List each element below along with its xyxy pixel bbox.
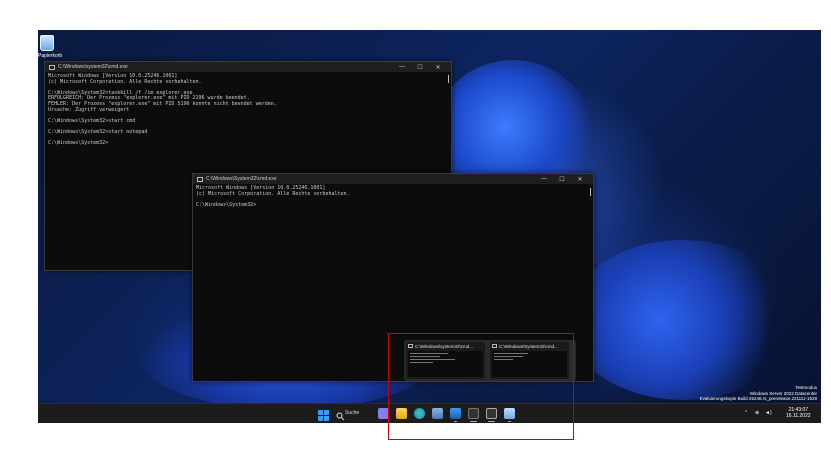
minimize-button[interactable]: — <box>393 64 411 70</box>
terminal-icon <box>49 64 55 70</box>
scrollbar-thumb[interactable] <box>590 188 591 196</box>
test-mode-watermark: Testmodus Windows Server 2022 Datacenter… <box>700 385 817 402</box>
cmd-window-titlebar[interactable]: C:\Windows\system32\cmd.exe — ☐ ✕ <box>45 62 451 72</box>
window-title: C:\Windows\system32\cmd.exe <box>58 64 128 70</box>
minimize-button[interactable]: — <box>535 176 553 182</box>
terminal-output[interactable]: Microsoft Windows [Version 10.0.25246.10… <box>45 72 451 149</box>
network-icon[interactable]: ⊕ <box>755 410 759 416</box>
volume-icon[interactable]: ◄) <box>765 410 772 416</box>
start-button[interactable] <box>318 408 329 421</box>
close-button[interactable]: ✕ <box>571 176 589 183</box>
recycle-bin-icon <box>40 35 54 51</box>
highlight-box <box>388 333 574 440</box>
windows-logo-icon <box>318 410 329 421</box>
clock[interactable]: 21:43:07 16.11.2022 <box>786 407 811 419</box>
terminal-output[interactable]: Microsoft Windows [Version 10.0.25246.10… <box>193 184 593 210</box>
maximize-button[interactable]: ☐ <box>553 176 571 183</box>
search-box-label[interactable]: Suche <box>345 410 359 416</box>
chevron-up-icon[interactable]: ⌃ <box>744 410 748 416</box>
window-title: C:\Windows\System32\cmd.exe <box>206 176 277 182</box>
terminal-icon <box>197 176 203 182</box>
close-button[interactable]: ✕ <box>429 64 447 71</box>
wallpaper-bloom <box>568 240 798 400</box>
watermark-line: Evaluierungskopie Build 25246.rs_prerele… <box>699 396 817 401</box>
maximize-button[interactable]: ☐ <box>411 64 429 71</box>
scrollbar-thumb[interactable] <box>448 75 449 83</box>
recycle-bin-shortcut[interactable]: Papierkorb <box>38 35 63 59</box>
clock-date: 16.11.2022 <box>786 413 811 419</box>
recycle-bin-label: Papierkorb <box>38 53 63 59</box>
cmd-window-titlebar[interactable]: C:\Windows\System32\cmd.exe — ☐ ✕ <box>193 174 593 184</box>
